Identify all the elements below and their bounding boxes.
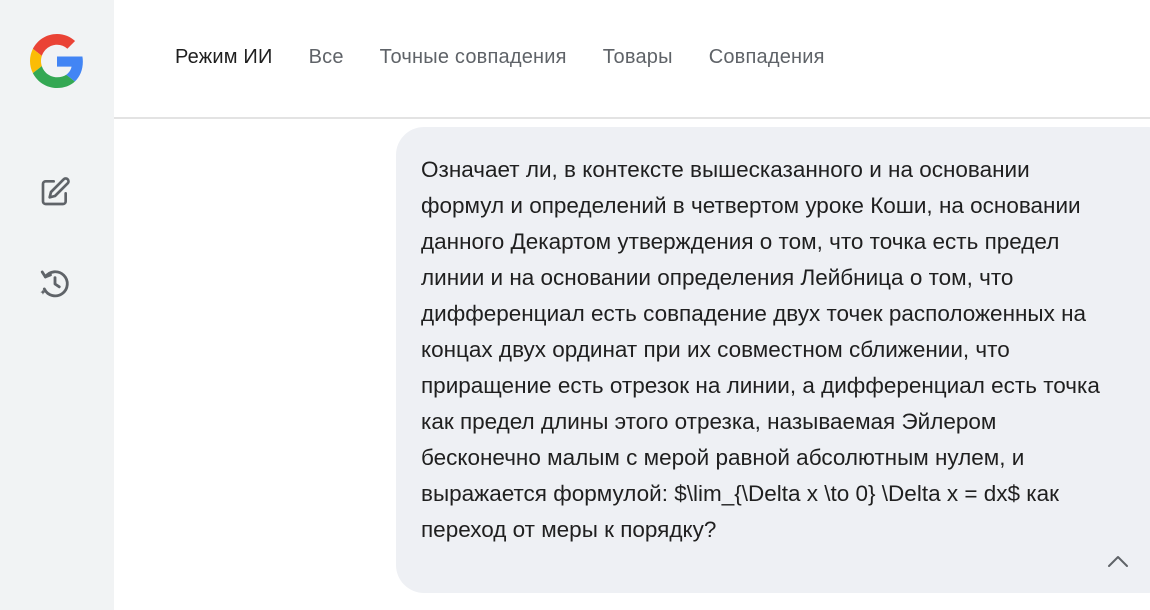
conversation-area: Означает ли, в контексте вышесказанного …	[114, 119, 1150, 610]
google-logo-icon[interactable]	[30, 34, 84, 88]
collapse-message-button[interactable]	[1105, 550, 1131, 576]
chevron-up-icon	[1107, 554, 1129, 573]
history-button[interactable]	[31, 262, 79, 310]
edit-square-icon	[39, 176, 71, 213]
tab-matches[interactable]: Совпадения	[709, 46, 825, 69]
user-message-text: Означает ли, в контексте вышесказанного …	[421, 157, 1100, 542]
history-icon	[38, 267, 72, 306]
tab-exact-matches[interactable]: Точные совпадения	[380, 46, 567, 69]
tab-products[interactable]: Товары	[603, 46, 673, 69]
user-message-bubble: Означает ли, в контексте вышесказанного …	[396, 127, 1150, 593]
new-chat-button[interactable]	[31, 170, 79, 218]
tab-all[interactable]: Все	[309, 46, 344, 69]
sidebar	[0, 0, 114, 610]
tab-ai-mode[interactable]: Режим ИИ	[175, 46, 273, 69]
search-tabs: Режим ИИ Все Точные совпадения Товары Со…	[175, 46, 825, 69]
header: Режим ИИ Все Точные совпадения Товары Со…	[114, 0, 1150, 119]
